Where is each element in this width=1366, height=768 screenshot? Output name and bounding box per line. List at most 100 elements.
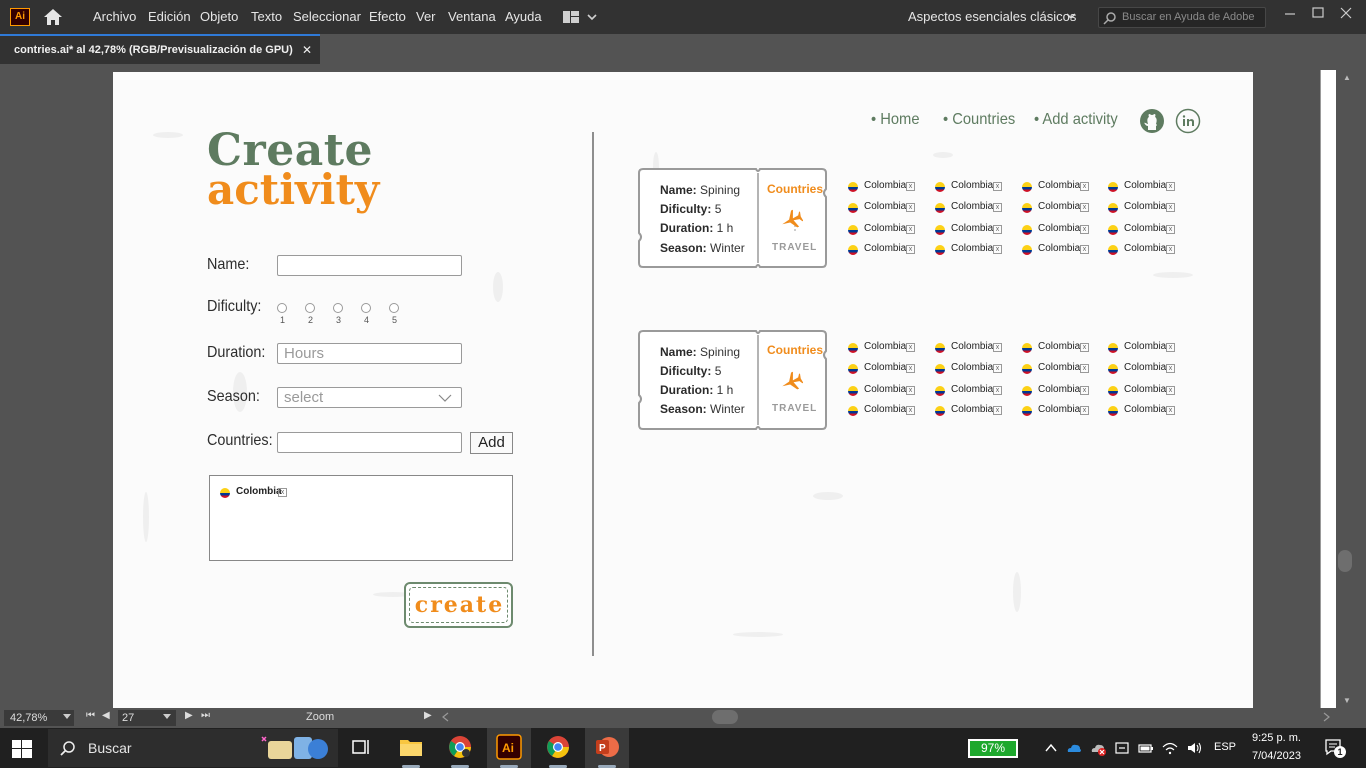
remove-country-icon[interactable]: x xyxy=(906,182,915,191)
nav-add-activity[interactable]: • Add activity xyxy=(1034,111,1118,129)
remove-country-icon[interactable]: x xyxy=(1166,225,1175,234)
windows-start-icon[interactable] xyxy=(12,740,32,758)
create-button[interactable]: create xyxy=(404,582,513,628)
chevron-up-icon[interactable] xyxy=(1043,740,1059,756)
remove-country-icon[interactable]: x xyxy=(993,406,1002,415)
difficulty-radio-1[interactable] xyxy=(277,303,287,313)
display-icon[interactable] xyxy=(1114,740,1130,756)
remove-country-icon[interactable]: x xyxy=(906,203,915,212)
illustrator-icon[interactable]: Ai xyxy=(496,734,522,760)
remove-country-icon[interactable]: x xyxy=(906,386,915,395)
chrome-icon[interactable] xyxy=(447,734,473,760)
remove-country-icon[interactable]: x xyxy=(906,343,915,352)
github-icon[interactable] xyxy=(1139,108,1165,134)
name-input[interactable] xyxy=(277,255,462,276)
remove-country-icon[interactable]: x xyxy=(1080,343,1089,352)
horizontal-scrollbar-thumb[interactable] xyxy=(712,710,738,724)
menu-ayuda[interactable]: Ayuda xyxy=(505,9,542,24)
remove-country-icon[interactable]: x xyxy=(1080,245,1089,254)
remove-country-icon[interactable]: x xyxy=(906,225,915,234)
season-select[interactable]: select xyxy=(277,387,462,408)
difficulty-radio-5[interactable] xyxy=(389,303,399,313)
workspace-switcher[interactable]: Aspectos esenciales clásicos xyxy=(908,9,1076,24)
remove-country-icon[interactable]: x xyxy=(1166,386,1175,395)
remove-country-icon[interactable]: x xyxy=(906,364,915,373)
vertical-scrollbar[interactable] xyxy=(1320,70,1336,708)
remove-country-icon[interactable]: x xyxy=(1166,203,1175,212)
chevron-down-icon[interactable] xyxy=(63,714,71,720)
remove-country-icon[interactable]: x xyxy=(993,225,1002,234)
close-tab-icon[interactable]: ✕ xyxy=(302,43,312,57)
task-view-icon[interactable] xyxy=(348,734,374,760)
duration-input[interactable]: Hours xyxy=(277,343,462,364)
nav-home[interactable]: • Home xyxy=(871,111,920,129)
remove-country-icon[interactable]: x xyxy=(1080,386,1089,395)
remove-country-icon[interactable]: x xyxy=(906,406,915,415)
menu-edicion[interactable]: Edición xyxy=(148,9,191,24)
remove-country-icon[interactable]: x xyxy=(1080,225,1089,234)
remove-country-icon[interactable]: x xyxy=(906,245,915,254)
remove-country-icon[interactable]: x xyxy=(993,364,1002,373)
scroll-up-icon[interactable]: ▲ xyxy=(1343,73,1351,82)
onedrive-error-icon[interactable] xyxy=(1090,740,1106,756)
taskbar-search[interactable]: Buscar xyxy=(48,729,338,767)
maximize-icon[interactable] xyxy=(1308,5,1328,21)
arrange-documents-icon[interactable] xyxy=(562,9,602,25)
help-search-field[interactable]: Buscar en Ayuda de Adobe xyxy=(1098,7,1266,28)
horizontal-scrollbar[interactable] xyxy=(440,709,1332,725)
remove-country-icon[interactable]: x xyxy=(993,386,1002,395)
first-artboard-icon[interactable]: ⏮ xyxy=(86,710,95,721)
close-icon[interactable] xyxy=(1336,5,1356,21)
difficulty-radio-4[interactable] xyxy=(361,303,371,313)
nav-countries[interactable]: • Countries xyxy=(943,111,1015,129)
home-icon[interactable] xyxy=(42,7,64,27)
chrome-profile-icon[interactable] xyxy=(545,734,571,760)
difficulty-radio-2[interactable] xyxy=(305,303,315,313)
volume-icon[interactable] xyxy=(1186,740,1202,756)
battery-percentage-badge[interactable]: 97% xyxy=(968,739,1018,758)
remove-country-icon[interactable]: x xyxy=(278,488,287,497)
remove-country-icon[interactable]: x xyxy=(1080,406,1089,415)
powerpoint-icon[interactable]: P xyxy=(594,734,620,760)
document-tab[interactable]: contries.ai* al 42,78% (RGB/Previsualiza… xyxy=(0,34,320,64)
wifi-icon[interactable] xyxy=(1162,740,1178,756)
clock-date[interactable]: 7/04/2023 xyxy=(1252,750,1301,762)
remove-country-icon[interactable]: x xyxy=(1080,203,1089,212)
add-country-button[interactable]: Add xyxy=(470,432,513,454)
remove-country-icon[interactable]: x xyxy=(1166,406,1175,415)
menu-ver[interactable]: Ver xyxy=(416,9,436,24)
remove-country-icon[interactable]: x xyxy=(1166,245,1175,254)
countries-input[interactable] xyxy=(277,432,462,453)
linkedin-icon[interactable] xyxy=(1175,108,1201,134)
notification-center-button[interactable]: 1 xyxy=(1324,738,1346,758)
vertical-scrollbar-thumb[interactable] xyxy=(1338,550,1352,572)
scroll-down-icon[interactable]: ▼ xyxy=(1343,696,1351,705)
remove-country-icon[interactable]: x xyxy=(993,245,1002,254)
menu-objeto[interactable]: Objeto xyxy=(200,9,238,24)
chevron-down-icon[interactable] xyxy=(1066,12,1076,20)
remove-country-icon[interactable]: x xyxy=(1080,364,1089,373)
menu-archivo[interactable]: Archivo xyxy=(93,9,136,24)
last-artboard-icon[interactable]: ⏭ xyxy=(201,710,210,721)
remove-country-icon[interactable]: x xyxy=(1166,343,1175,352)
previous-artboard-icon[interactable]: ◀ xyxy=(102,710,110,721)
file-explorer-icon[interactable] xyxy=(398,734,424,760)
input-language[interactable]: ESP xyxy=(1214,741,1236,753)
chevron-down-icon[interactable] xyxy=(163,714,171,720)
menu-texto[interactable]: Texto xyxy=(251,9,282,24)
status-menu-icon[interactable]: ▶ xyxy=(424,710,432,721)
menu-seleccionar[interactable]: Seleccionar xyxy=(293,9,361,24)
menu-efecto[interactable]: Efecto xyxy=(369,9,406,24)
remove-country-icon[interactable]: x xyxy=(1166,182,1175,191)
remove-country-icon[interactable]: x xyxy=(1080,182,1089,191)
remove-country-icon[interactable]: x xyxy=(993,203,1002,212)
next-artboard-icon[interactable]: ▶ xyxy=(185,710,193,721)
remove-country-icon[interactable]: x xyxy=(993,182,1002,191)
remove-country-icon[interactable]: x xyxy=(993,343,1002,352)
clock-time[interactable]: 9:25 p. m. xyxy=(1252,732,1301,744)
menu-ventana[interactable]: Ventana xyxy=(448,9,496,24)
difficulty-radio-3[interactable] xyxy=(333,303,343,313)
remove-country-icon[interactable]: x xyxy=(1166,364,1175,373)
battery-icon[interactable] xyxy=(1138,740,1154,756)
onedrive-icon[interactable] xyxy=(1066,740,1082,756)
